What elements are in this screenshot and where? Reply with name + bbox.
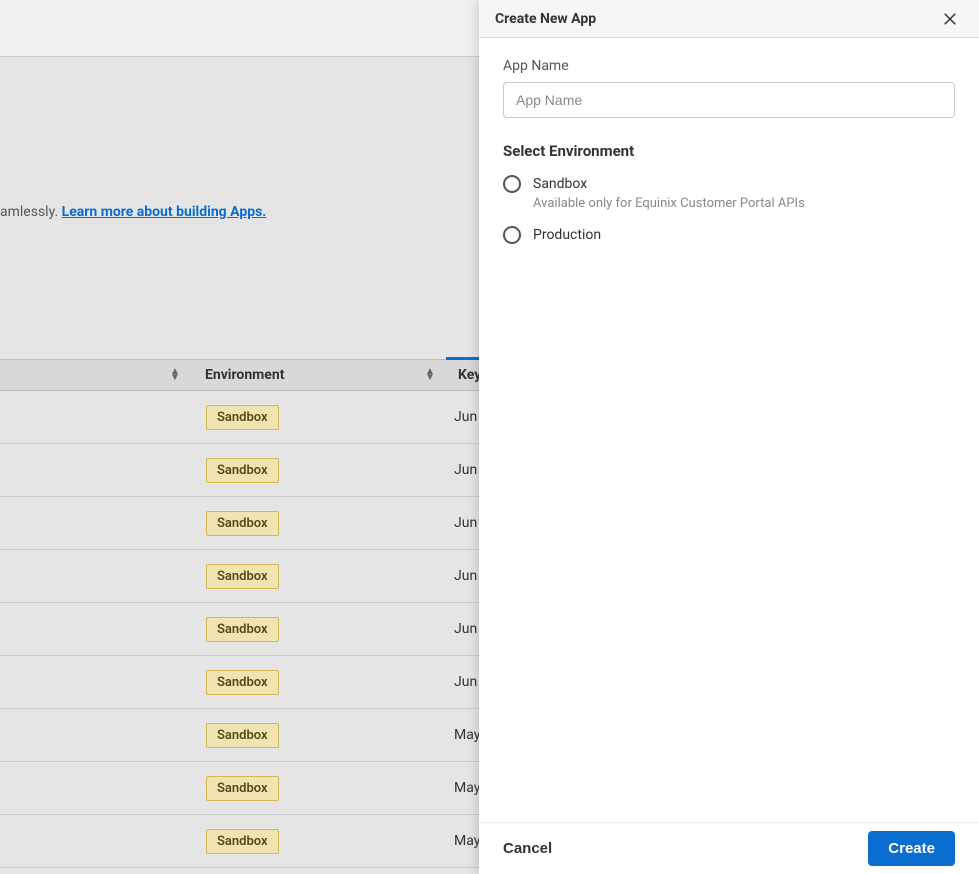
close-button[interactable]	[937, 6, 963, 32]
radio-label-sandbox: Sandbox	[533, 174, 955, 194]
radio-option-sandbox[interactable]: Sandbox Available only for Equinix Custo…	[503, 174, 955, 211]
row-date: Jun	[454, 515, 477, 531]
env-badge: Sandbox	[206, 564, 279, 589]
env-badge: Sandbox	[206, 670, 279, 695]
row-date: May	[454, 833, 480, 849]
modal-footer: Cancel Create	[479, 822, 979, 874]
radio-icon	[503, 175, 521, 193]
row-date: Jun	[454, 674, 477, 690]
sort-icon[interactable]: ▲▼	[425, 369, 435, 381]
env-badge: Sandbox	[206, 723, 279, 748]
radio-option-production[interactable]: Production	[503, 225, 955, 245]
bg-description-text: amlessly. Learn more about building Apps…	[0, 204, 266, 220]
select-environment-heading: Select Environment	[503, 142, 955, 160]
create-button[interactable]: Create	[868, 831, 955, 866]
row-date: Jun	[454, 568, 477, 584]
active-tab-indicator	[446, 357, 480, 360]
row-date: Jun	[454, 462, 477, 478]
env-badge: Sandbox	[206, 776, 279, 801]
env-badge: Sandbox	[206, 458, 279, 483]
radio-label-production: Production	[533, 225, 955, 245]
env-badge: Sandbox	[206, 617, 279, 642]
row-date: May	[454, 780, 480, 796]
app-name-input[interactable]	[503, 82, 955, 118]
close-icon	[941, 10, 959, 28]
column-header-key[interactable]: Key	[458, 367, 481, 383]
create-app-modal: Create New App App Name Select Environme…	[479, 0, 979, 874]
bg-desc-suffix: amlessly.	[0, 204, 62, 220]
sort-icon[interactable]: ▲▼	[170, 369, 180, 381]
modal-title: Create New App	[495, 11, 596, 27]
learn-more-link[interactable]: Learn more about building Apps.	[62, 204, 267, 220]
cancel-button[interactable]: Cancel	[503, 832, 552, 865]
radio-icon	[503, 226, 521, 244]
env-badge: Sandbox	[206, 511, 279, 536]
row-date: May	[454, 727, 480, 743]
row-date: Jun	[454, 621, 477, 637]
column-header-environment[interactable]: Environment	[205, 367, 284, 383]
app-name-label: App Name	[503, 58, 955, 74]
modal-header: Create New App	[479, 0, 979, 38]
radio-text-container: Production	[533, 225, 955, 245]
row-date: Jun	[454, 409, 477, 425]
env-badge: Sandbox	[206, 829, 279, 854]
modal-body: App Name Select Environment Sandbox Avai…	[479, 38, 979, 822]
radio-text-container: Sandbox Available only for Equinix Custo…	[533, 174, 955, 211]
env-badge: Sandbox	[206, 405, 279, 430]
radio-helper-sandbox: Available only for Equinix Customer Port…	[533, 196, 955, 211]
